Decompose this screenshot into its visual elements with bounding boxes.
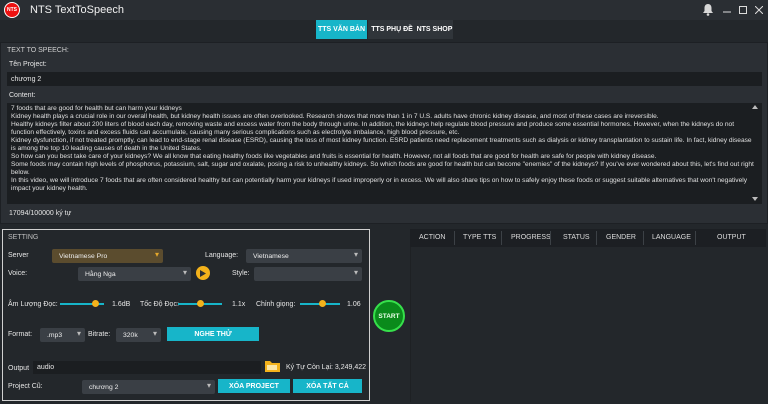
format-select[interactable]: .mp3	[40, 328, 85, 342]
format-label: Format:	[8, 331, 33, 338]
language-label: Language:	[205, 252, 239, 259]
language-select[interactable]: Vietnamese	[246, 249, 362, 263]
task-table	[410, 229, 766, 402]
bitrate-label: Bitrate:	[88, 331, 111, 338]
language-value: Vietnamese	[253, 252, 289, 260]
col-progress[interactable]: PROGRESS	[511, 234, 551, 241]
bitrate-select[interactable]: 320k	[116, 328, 161, 342]
bell-icon[interactable]	[702, 3, 714, 16]
listen-button[interactable]: NGHE THỬ	[167, 327, 259, 341]
output-input[interactable]: audio	[33, 361, 261, 374]
maximize-icon[interactable]	[736, 0, 750, 20]
col-output[interactable]: OUTPUT	[717, 234, 746, 241]
voice-value: Hằng Nga	[85, 270, 116, 278]
content-scrollbar[interactable]	[752, 105, 758, 201]
column-divider	[596, 231, 597, 245]
content-line: In this video, we will introduce 7 foods…	[11, 177, 748, 192]
column-divider	[643, 231, 644, 245]
pitch-label: Chỉnh giọng:	[256, 301, 296, 308]
project-name-label: Tên Project:	[9, 61, 47, 68]
volume-label: Âm Lượng Đọc:	[8, 301, 58, 308]
content-textarea[interactable]: 7 foods that are good for health but can…	[7, 103, 762, 204]
voice-label: Voice:	[8, 270, 28, 277]
char-count: 17094/100000 ký tự	[9, 210, 72, 217]
server-value: Vietnamese Pro	[59, 252, 108, 260]
start-button[interactable]: START	[373, 300, 405, 332]
speed-label: Tốc Độ Đọc:	[140, 301, 179, 308]
speed-slider-knob[interactable]	[196, 300, 204, 307]
old-project-value: chương 2	[89, 383, 119, 391]
tab-tts-van-ban[interactable]: TTS VĂN BẢN	[316, 20, 367, 39]
format-value: .mp3	[47, 331, 63, 339]
column-divider	[550, 231, 551, 245]
content-line: Kidney dysfunction, if not treated promp…	[11, 137, 752, 152]
server-label: Server	[8, 252, 29, 259]
style-label: Style:	[232, 270, 250, 277]
server-select[interactable]: Vietnamese Pro	[52, 249, 163, 263]
content-label: Content:	[9, 92, 36, 99]
close-icon[interactable]	[752, 0, 766, 20]
col-action[interactable]: ACTION	[419, 234, 445, 241]
content-line: Kidney health plays a crucial role in ou…	[11, 113, 659, 120]
content-line: Healthy kidneys filter about 200 liters …	[11, 121, 735, 136]
speed-value: 1.1x	[232, 301, 246, 308]
column-divider	[501, 231, 502, 245]
project-name-input[interactable]: chương 2	[7, 72, 762, 86]
content-line: Some foods may contain high levels of ph…	[11, 161, 754, 176]
col-gender[interactable]: GENDER	[606, 234, 636, 241]
tts-section-label: TEXT TO SPEECH:	[7, 47, 69, 54]
pitch-slider-knob[interactable]	[318, 300, 326, 307]
play-voice-icon[interactable]	[196, 266, 210, 280]
folder-icon[interactable]	[264, 358, 282, 374]
delete-project-button[interactable]: XÓA PROJECT	[218, 379, 290, 393]
minimize-icon[interactable]	[720, 0, 734, 20]
volume-slider-knob[interactable]	[91, 300, 99, 307]
app-logo: NTS	[4, 2, 20, 18]
pitch-value: 1.06	[347, 301, 361, 308]
col-type-tts[interactable]: TYPE TTS	[463, 234, 496, 241]
output-label: Output	[8, 365, 30, 372]
tab-nts-shop[interactable]: NTS SHOP	[416, 20, 453, 39]
column-divider	[695, 231, 696, 245]
content-line: 7 foods that are good for health but can…	[11, 105, 182, 112]
volume-value: 1.6dB	[112, 301, 131, 308]
tab-tts-phu-de[interactable]: TTS PHỤ ĐỀ	[368, 20, 416, 39]
style-select[interactable]	[254, 267, 362, 281]
column-divider	[454, 231, 455, 245]
content-line: So how can you best take care of your ki…	[11, 153, 657, 160]
delete-all-button[interactable]: XÓA TẤT CẢ	[293, 379, 362, 393]
old-project-label: Project Cũ:	[8, 383, 43, 390]
old-project-select[interactable]: chương 2	[82, 380, 215, 394]
window-title: NTS TextToSpeech	[30, 4, 124, 16]
setting-title: SETTING	[8, 234, 39, 241]
remaining-chars: Ký Tự Còn Lại: 3,249,422	[286, 364, 367, 371]
bitrate-value: 320k	[123, 331, 138, 339]
voice-select[interactable]: Hằng Nga	[78, 267, 191, 281]
col-status[interactable]: STATUS	[563, 234, 590, 241]
col-language[interactable]: LANGUAGE	[652, 234, 691, 241]
